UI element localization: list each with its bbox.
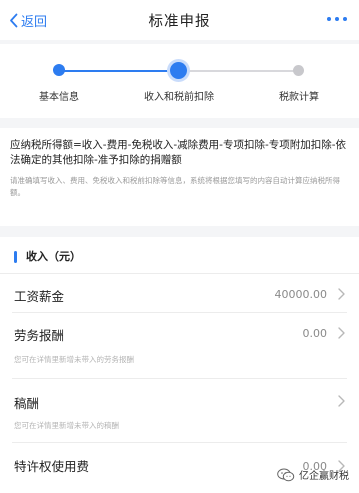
page-title: 标准申报	[148, 14, 211, 30]
step-3-label: 税款计算	[279, 92, 319, 103]
watermark-text: 亿企赢财税	[299, 471, 349, 482]
row-hint: 您可在详情里新增未带入的稿酬	[14, 421, 119, 430]
chevron-right-icon	[338, 327, 345, 339]
step-1-label: 基本信息	[39, 92, 79, 103]
step-2-dot	[170, 62, 187, 79]
watermark: 亿企赢财税	[277, 467, 349, 482]
section-title: 收入（元）	[26, 250, 81, 263]
chevron-right-icon	[338, 288, 345, 300]
row-value: 0.00	[302, 327, 328, 340]
step-3-dot	[293, 65, 304, 76]
progress-stepper: 基本信息 收入和税前扣除 税款计算	[0, 44, 359, 118]
section-accent-bar	[14, 251, 17, 263]
more-dots-icon[interactable]	[327, 17, 347, 21]
step-connector-todo	[179, 70, 299, 72]
step-2-label: 收入和税前扣除	[144, 92, 214, 103]
formula-panel: 应纳税所得额=收入-费用-免税收入-减除费用-专项扣除-专项附加扣除-依法确定的…	[0, 128, 359, 226]
income-row-labor[interactable]: 劳务报酬 0.00 您可在详情里新增未带入的劳务报酬	[0, 313, 359, 376]
wechat-icon	[277, 468, 295, 481]
step-1-dot	[53, 64, 65, 76]
formula-note: 请准确填写收入、费用、免税收入和税前扣除等信息，系统将根据您填写的内容自动计算应…	[10, 176, 340, 197]
row-label: 特许权使用费	[14, 459, 90, 474]
row-label: 稿酬	[14, 396, 40, 411]
chevron-right-icon	[338, 395, 345, 407]
income-row-royalty[interactable]: 稿酬 您可在详情里新增未带入的稿酬	[0, 379, 359, 441]
step-connector-done	[59, 70, 179, 72]
row-label: 工资薪金	[14, 289, 65, 304]
row-hint: 您可在详情里新增未带入的劳务报酬	[14, 355, 134, 364]
formula-text: 应纳税所得额=收入-费用-免税收入-减除费用-专项扣除-专项附加扣除-依法确定的…	[10, 139, 347, 166]
section-header: 收入（元）	[0, 237, 359, 274]
nav-bar: 返回 标准申报	[0, 0, 359, 40]
income-section: 收入（元） 工资薪金 40000.00 劳务报酬 0.00 您可在详情里新增未带…	[0, 237, 359, 493]
income-row-wages[interactable]: 工资薪金 40000.00	[0, 274, 359, 312]
row-value: 40000.00	[274, 288, 328, 301]
row-label: 劳务报酬	[14, 328, 65, 343]
